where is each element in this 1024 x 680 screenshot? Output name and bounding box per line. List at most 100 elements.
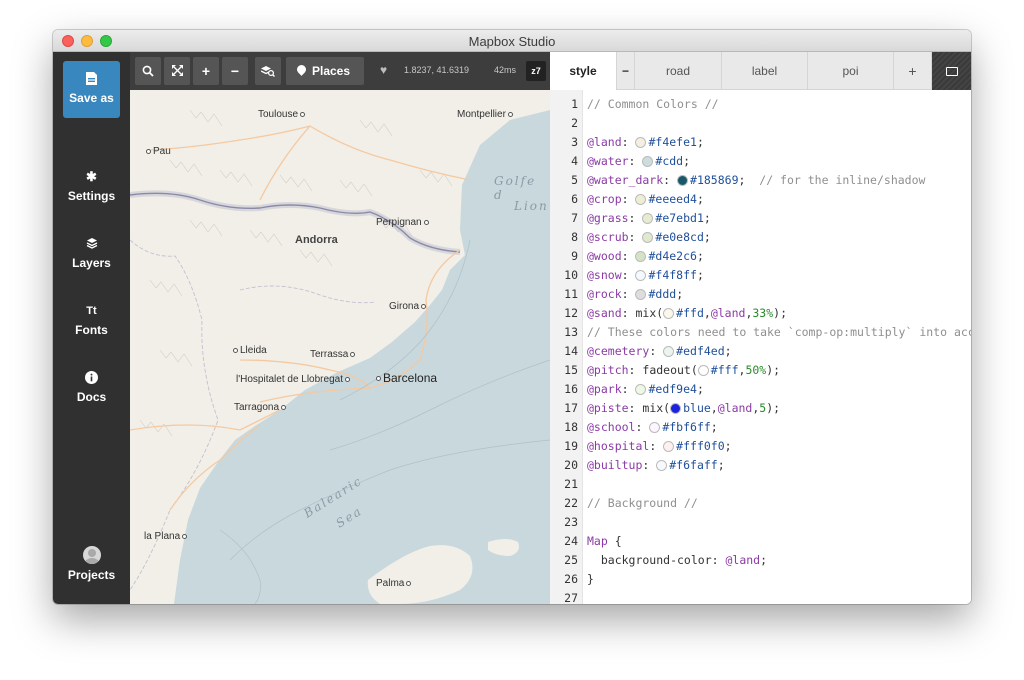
color-swatch[interactable] (642, 232, 654, 243)
code-line[interactable]: 4 @water: #cdd; (550, 152, 971, 171)
code-token: ; (710, 420, 718, 434)
code-line[interactable]: 17 @piste: mix(blue,@land,5); (550, 399, 971, 418)
color-swatch[interactable] (635, 137, 647, 148)
code-line[interactable]: 10 @snow: #f4f8ff; (550, 266, 971, 285)
places-button[interactable]: Places (286, 57, 364, 85)
code-token: ; (696, 268, 704, 282)
map-label-barcelona: Barcelona (374, 371, 437, 385)
code-line[interactable]: 7 @grass: #e7ebd1; (550, 209, 971, 228)
code-token: : (628, 154, 643, 168)
color-swatch[interactable] (649, 422, 661, 433)
code-line[interactable]: 23 (550, 513, 971, 532)
map-label-perpignan: Perpignan (376, 217, 431, 228)
code-line[interactable]: 26} (550, 570, 971, 589)
line-number: 23 (564, 515, 578, 529)
code-line[interactable]: 13 // These colors need to take `comp-op:… (550, 323, 971, 342)
code-area[interactable]: 1// Common Colors //2 3 @land: #f4efe1; 4 @w… (550, 95, 971, 604)
color-swatch[interactable] (663, 346, 675, 357)
color-swatch[interactable] (656, 460, 668, 471)
code-token: ; (717, 458, 725, 472)
code-line[interactable]: 21 (550, 475, 971, 494)
color-swatch[interactable] (663, 441, 675, 452)
code-line[interactable]: 27 (550, 589, 971, 604)
code-line[interactable]: 12 @sand: mix(#ffd,@land,33%); (550, 304, 971, 323)
color-swatch[interactable] (642, 156, 654, 167)
gear-icon: ✱ (86, 169, 97, 184)
code-line[interactable]: 25 background-color: @land; (550, 551, 971, 570)
fullscreen-button[interactable] (164, 57, 190, 85)
zoom-in-button[interactable]: + (193, 57, 219, 85)
add-tab-button[interactable]: + (894, 52, 932, 90)
code-line[interactable]: 19 @hospital: #fff0f0; (550, 437, 971, 456)
code-line[interactable]: 6 @crop: #eeeed4; (550, 190, 971, 209)
title-bar: Mapbox Studio (53, 30, 971, 52)
color-swatch[interactable] (697, 365, 709, 376)
line-number: 13 (564, 325, 578, 339)
line-number: 3 (571, 135, 578, 149)
projects-button[interactable]: Projects (53, 546, 130, 582)
code-line[interactable]: 9 @wood: #d4e2c6; (550, 247, 971, 266)
layers-button[interactable]: Layers (53, 237, 130, 270)
search-button[interactable] (135, 57, 161, 85)
tab-label[interactable]: label (722, 52, 808, 90)
color-swatch[interactable] (635, 270, 647, 281)
color-swatch[interactable] (635, 289, 647, 300)
label-text: Toulouse (258, 109, 299, 120)
code-token: ); (766, 401, 781, 415)
code-line[interactable]: 11 @rock: #ddd; (550, 285, 971, 304)
line-text: // Common Colors // (587, 95, 719, 114)
settings-button[interactable]: ✱ Settings (53, 169, 130, 204)
color-swatch[interactable] (635, 194, 647, 205)
remove-tab-button[interactable]: − (617, 52, 635, 90)
code-token: @land (710, 306, 746, 320)
code-line[interactable]: 22 // Background // (550, 494, 971, 513)
code-token: @grass (587, 211, 629, 225)
code-line[interactable]: 20 @builtup: #f6faff; (550, 456, 971, 475)
code-line[interactable]: 5 @water_dark: #185869; // for the inline… (550, 171, 971, 190)
code-token: // for the inline/shadow (759, 173, 926, 187)
line-text: @wood: #d4e2c6; (587, 247, 704, 266)
code-line[interactable]: 14 @cemetery: #edf4ed; (550, 342, 971, 361)
layers-inspect-button[interactable] (255, 57, 281, 85)
code-token: ; (676, 287, 684, 301)
map-label-hospitalet: l'Hospitalet de Llobregat (236, 374, 352, 385)
code-token: #f4efe1 (648, 135, 697, 149)
code-line[interactable]: 2 (550, 114, 971, 133)
map-pin-icon (295, 63, 308, 76)
color-swatch[interactable] (677, 175, 689, 186)
keyboard-shortcuts-button[interactable] (932, 52, 971, 90)
code-line[interactable]: 8 @scrub: #e0e8cd; (550, 228, 971, 247)
fonts-button[interactable]: Tt Fonts (53, 304, 130, 337)
map-label-toulouse: Toulouse (258, 109, 307, 120)
zoom-out-button[interactable]: − (222, 57, 248, 85)
code-token: : (663, 173, 678, 187)
map-panel[interactable]: + − Places ♥ 1.8237, 41.6319 42ms z7 Tou… (130, 52, 550, 604)
line-number: 10 (564, 268, 578, 282)
code-token: : (635, 420, 650, 434)
color-swatch[interactable] (670, 403, 682, 414)
code-line[interactable]: 1 // Common Colors // (550, 95, 971, 114)
tab-road[interactable]: road (635, 52, 722, 90)
code-token: #edf9e4 (648, 382, 697, 396)
map-toolbar: + − Places ♥ 1.8237, 41.6319 42ms z7 (130, 52, 550, 90)
color-swatch[interactable] (635, 251, 647, 262)
code-line[interactable]: 16 @park: #edf9e4; (550, 380, 971, 399)
code-token: : (642, 458, 657, 472)
docs-button[interactable]: Docs (53, 371, 130, 404)
code-token: #fff (710, 363, 739, 377)
code-token: @scrub (587, 230, 629, 244)
color-swatch[interactable] (642, 213, 654, 224)
layers-icon (53, 237, 130, 251)
color-swatch[interactable] (663, 308, 675, 319)
tab-poi[interactable]: poi (808, 52, 894, 90)
city-dot (507, 111, 513, 117)
tab-style[interactable]: style (550, 52, 617, 90)
code-line[interactable]: 24 Map { (550, 532, 971, 551)
code-line[interactable]: 15 @pitch: fadeout(#fff,50%); (550, 361, 971, 380)
color-swatch[interactable] (635, 384, 647, 395)
line-text: @land: #f4efe1; (587, 133, 704, 152)
code-token: ; (696, 249, 704, 263)
save-as-button[interactable]: Save as (63, 61, 120, 118)
code-line[interactable]: 18 @school: #fbf6ff; (550, 418, 971, 437)
code-line[interactable]: 3 @land: #f4efe1; (550, 133, 971, 152)
